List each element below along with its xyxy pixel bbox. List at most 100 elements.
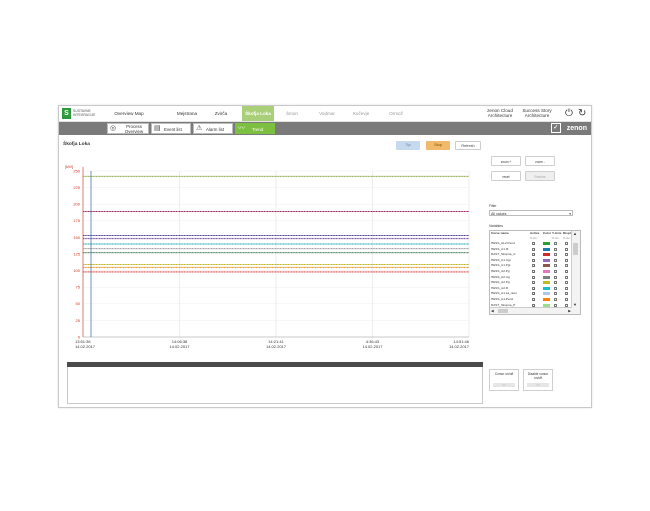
nav-ormoz[interactable]: Ormož: [384, 106, 408, 121]
active-checkbox[interactable]: ✓: [532, 264, 536, 268]
nav-mejstrana[interactable]: Mejstrana: [173, 106, 201, 121]
nav-skofja-loka[interactable]: Škofja Loka: [242, 106, 274, 121]
display-checkbox[interactable]: [565, 242, 568, 245]
refresh-icon[interactable]: ↻: [578, 108, 586, 119]
table-row[interactable]: HESS_A2.R ✓: [490, 286, 572, 291]
table-row[interactable]: HESS_A1.Ugi ✓: [490, 258, 572, 263]
cursor-toggle-button[interactable]: Cursor on/off <<: [489, 369, 519, 391]
y-axis-checkbox[interactable]: [554, 242, 557, 245]
scroll-down-icon[interactable]: ▼: [573, 302, 577, 307]
active-checkbox[interactable]: ✓: [532, 298, 536, 302]
y-axis-checkbox[interactable]: [554, 247, 557, 251]
table-row[interactable]: HESS_A1.sa_razu ✓: [490, 291, 572, 296]
table-row[interactable]: HESS_A1.Pend ✓: [490, 297, 572, 302]
trend-chart-svg: [kW]025507510012515017520022525013:51:36…: [65, 164, 470, 349]
y-axis-checkbox[interactable]: [554, 292, 557, 296]
refresh-button[interactable]: Refresh: [455, 141, 481, 150]
nav-vodmar[interactable]: Vodmar: [314, 106, 340, 121]
cursor-toggle-label: Cursor on/off: [494, 372, 514, 376]
trend-button[interactable]: 〰 Trend: [235, 123, 275, 134]
display-checkbox[interactable]: [565, 253, 568, 257]
process-overview-button[interactable]: ◎ Process Overview: [107, 123, 149, 134]
zenon-brand: ✓ zenon: [550, 123, 587, 134]
display-checkbox[interactable]: [565, 275, 568, 279]
chart-detail-pane: [67, 367, 483, 404]
active-checkbox[interactable]: ✓: [532, 275, 536, 279]
active-checkbox[interactable]: ✓: [532, 253, 536, 257]
y-axis-checkbox[interactable]: [554, 253, 557, 257]
nav-kocevje[interactable]: Kočevje: [348, 106, 374, 121]
zoom-out-button[interactable]: zoom -: [525, 156, 555, 166]
nav-zenon-cloud[interactable]: zenon Cloud Architecture: [483, 106, 517, 121]
y-axis-checkbox[interactable]: [554, 258, 557, 262]
display-checkbox[interactable]: [565, 247, 568, 251]
table-row[interactable]: RAST_Skupna_G ✓: [490, 252, 572, 257]
event-list-button[interactable]: ▤ Event list: [151, 123, 191, 134]
y-axis-checkbox[interactable]: [554, 270, 557, 273]
curve-name: HESS_A2.Ug: [491, 274, 510, 279]
y-tick-label: 150: [73, 235, 80, 240]
curve-color-swatch: [543, 286, 550, 290]
alarm-list-button[interactable]: ⚠ Alarm list: [193, 123, 233, 134]
process-overview-label: Process Overview: [124, 124, 144, 134]
active-checkbox[interactable]: ✓: [532, 242, 536, 246]
stop-button[interactable]: Stop: [426, 141, 450, 150]
table-row[interactable]: HESS_A2.Pg ✓: [490, 280, 572, 285]
scroll-thumb[interactable]: [573, 243, 578, 255]
hscroll-thumb[interactable]: [498, 309, 508, 313]
horizontal-scrollbar[interactable]: ◀ ▶: [490, 307, 572, 314]
y-tick-label: 50: [76, 301, 81, 306]
display-checkbox[interactable]: [565, 264, 568, 268]
zoom-in-button[interactable]: zoom +: [491, 156, 521, 166]
scroll-left-icon[interactable]: ◀: [491, 308, 494, 314]
active-checkbox[interactable]: ✓: [532, 286, 536, 290]
display-checkbox[interactable]: [565, 292, 568, 296]
tipi-button[interactable]: Tipi: [396, 141, 420, 150]
table-row[interactable]: HESS_A2.Pg ✓: [490, 269, 572, 274]
y-tick-label: 100: [73, 268, 80, 273]
curve-name: RAST_Skupna_G: [491, 252, 516, 257]
page-title: Škofja Loka: [63, 142, 90, 147]
curve-color-swatch: [543, 292, 550, 296]
table-row[interactable]: HESS_A1.Ift ✓: [490, 247, 572, 252]
curve-color-swatch: [543, 247, 550, 251]
y-axis-checkbox[interactable]: [554, 286, 557, 290]
active-checkbox[interactable]: ✓: [532, 270, 536, 274]
scroll-up-icon[interactable]: ▲: [573, 231, 577, 236]
vertical-scrollbar[interactable]: ▲ ▼: [571, 231, 580, 314]
table-row[interactable]: HESS_A1.Pgl ✓: [490, 263, 572, 268]
table-row[interactable]: HESS_AL2.Pend ✓: [490, 241, 572, 246]
display-checkbox[interactable]: [565, 298, 568, 301]
display-checkbox[interactable]: [565, 258, 568, 262]
reset-button[interactable]: reset: [491, 171, 521, 181]
curve-name: HESS_AL2.Pend: [491, 241, 515, 245]
filter-select[interactable]: All values ▾: [489, 210, 573, 216]
active-checkbox[interactable]: ✓: [532, 281, 536, 285]
disable-cursor-button[interactable]: Disable cursor on/off >>: [523, 369, 553, 391]
active-checkbox[interactable]: ✓: [532, 292, 536, 296]
display-checkbox[interactable]: [565, 281, 568, 285]
y-tick-label: 225: [73, 185, 80, 190]
cursor-left-glyph: <<: [493, 383, 515, 387]
y-tick-label: 25: [76, 318, 81, 323]
nav-smon[interactable]: Šmon: [281, 106, 303, 121]
app-window: S SUSTAVNE INTEGRACIJE Overview Map Mejs…: [58, 105, 592, 408]
y-axis-checkbox[interactable]: [554, 281, 557, 285]
nav-success-story[interactable]: Success Story Architecture: [520, 106, 554, 121]
scroll-right-icon[interactable]: ▶: [568, 308, 571, 314]
table-row[interactable]: HESS_A2.Ug ✓: [490, 275, 572, 280]
display-checkbox[interactable]: [565, 286, 568, 290]
active-checkbox[interactable]: ✓: [532, 258, 536, 262]
event-list-icon: ▤: [154, 125, 161, 132]
restore-button[interactable]: Restore: [525, 171, 555, 181]
display-checkbox[interactable]: [565, 270, 568, 273]
active-checkbox[interactable]: ✓: [532, 247, 536, 251]
curve-name: HESS_A1.Ift: [491, 246, 509, 251]
y-axis-checkbox[interactable]: [554, 298, 557, 301]
power-icon[interactable]: ⏻: [565, 108, 573, 119]
y-axis-checkbox[interactable]: [554, 275, 557, 279]
y-axis-checkbox[interactable]: [554, 264, 557, 268]
nav-overview-map[interactable]: Overview Map: [109, 106, 149, 121]
nav-zvirca[interactable]: Zvirča: [209, 106, 233, 121]
zenon-label: zenon: [566, 125, 587, 132]
